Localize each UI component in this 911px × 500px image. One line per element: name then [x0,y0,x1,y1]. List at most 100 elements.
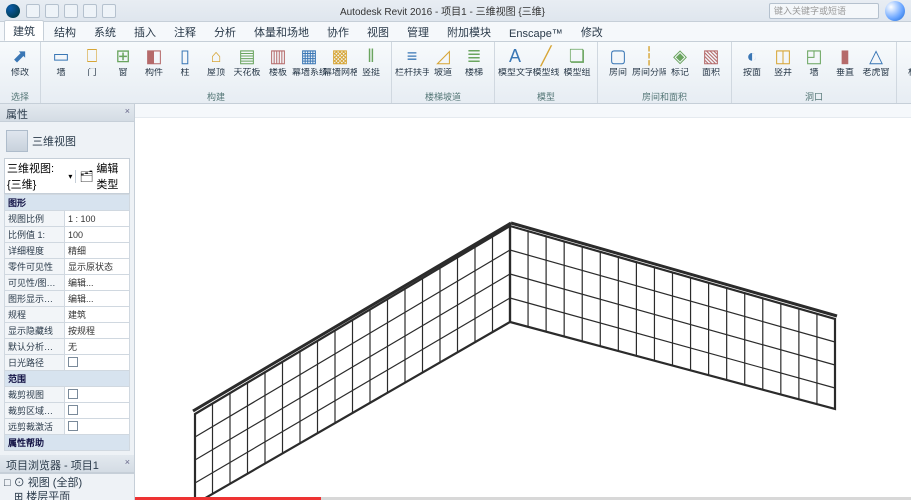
tool-mullion[interactable]: ‖竖挺 [357,44,385,77]
level-icon: ⇔ [905,44,911,68]
tool-level[interactable]: ⇔标高 [903,44,911,77]
properties-title: 属性 [6,109,28,121]
text-icon: A [503,44,527,68]
tool-line[interactable]: ╱模型线 [532,44,560,77]
browser-tree: □ ⊙ 视图 (全部)⊞ 楼层平面⊞ 天花板平面⊟ 三维视图{三维}⊞ 立面 (… [0,474,134,500]
menu-tab-3[interactable]: 插入 [126,22,164,41]
app-logo-icon[interactable] [6,4,20,18]
prop-value[interactable]: 显示原状态 [65,259,130,275]
help-search-input[interactable]: 键入关键字或短语 [769,3,879,19]
menu-tab-8[interactable]: 视图 [359,22,397,41]
ramp-icon: ◿ [431,44,455,68]
prop-value[interactable]: 编辑... [65,291,130,307]
prop-value[interactable]: 按规程 [65,323,130,339]
prop-value[interactable]: 1 : 100 [65,211,130,227]
qat-redo-icon[interactable] [83,4,97,18]
tool-label: 天花板 [233,68,260,77]
tree-node[interactable]: ⊞ 楼层平面 [4,490,130,500]
tool-column[interactable]: ▯柱 [171,44,199,77]
menu-tab-10[interactable]: 附加模块 [439,22,499,41]
tool-dormer[interactable]: △老虎窗 [862,44,890,77]
instance-selector[interactable]: 三维视图: {三维} ▾ 🗂 编辑类型 [4,158,130,194]
tree-node[interactable]: □ ⊙ 视图 (全部) [4,476,130,490]
menu-tab-11[interactable]: Enscape™ [501,26,571,41]
view-canvas[interactable] [135,104,911,500]
edit-type-button[interactable]: 编辑类型 [96,160,127,192]
tool-vert[interactable]: ▮垂直 [831,44,859,77]
ribbon-tabs: 建筑结构系统插入注释分析体量和场地协作视图管理附加模块Enscape™修改 [0,22,911,42]
prop-value[interactable] [65,403,130,419]
ribbon-group-label: 房间和面积 [604,90,725,102]
tool-label: 幕墙系统 [292,68,326,77]
tool-wall[interactable]: ▭墙 [47,44,75,77]
tool-door[interactable]: ⎕门 [78,44,106,77]
tool-stair[interactable]: ≣楼梯 [460,44,488,77]
tool-cursor[interactable]: ⬈修改 [6,44,34,77]
dormer-icon: △ [864,44,888,68]
tool-shaft[interactable]: ◫竖井 [769,44,797,77]
prop-value[interactable]: 精细 [65,243,130,259]
menu-tab-5[interactable]: 分析 [206,22,244,41]
owall-icon: ◰ [802,44,826,68]
qat-open-icon[interactable] [26,4,40,18]
prop-value[interactable] [65,419,130,435]
menu-tab-7[interactable]: 协作 [319,22,357,41]
prop-key: 可见性/图形替换 [5,275,65,291]
tool-byface[interactable]: ◐按面 [738,44,766,77]
tool-group[interactable]: ❏模型组 [563,44,591,77]
tool-tag[interactable]: ◈标记 [666,44,694,77]
wall-icon: ▭ [49,44,73,68]
menu-tab-4[interactable]: 注释 [166,22,204,41]
prop-value[interactable] [65,355,130,371]
tool-floor[interactable]: ▥楼板 [264,44,292,77]
tool-ramp[interactable]: ◿坡道 [429,44,457,77]
menu-tab-2[interactable]: 系统 [86,22,124,41]
panel-close-icon[interactable]: × [125,106,130,116]
qat-save-icon[interactable] [45,4,59,18]
workspace: 属性 × 三维视图 三维视图: {三维} ▾ 🗂 编辑类型 图形视图比例1 : … [0,104,911,500]
left-column: 属性 × 三维视图 三维视图: {三维} ▾ 🗂 编辑类型 图形视图比例1 : … [0,104,135,500]
tool-grid[interactable]: ▩幕墙网格 [326,44,354,77]
prop-value[interactable]: 编辑... [65,275,130,291]
tool-rail[interactable]: ≡栏杆扶手 [398,44,426,77]
quick-access-toolbar [26,4,116,18]
ribbon-group-4: ▢房间┆房间分隔◈标记▧面积房间和面积 [598,42,732,103]
qat-undo-icon[interactable] [64,4,78,18]
byface-icon: ◐ [740,44,764,68]
info-center-icon[interactable] [885,1,905,21]
panel-close-icon[interactable]: × [125,457,130,467]
tool-text[interactable]: A模型文字 [501,44,529,77]
tool-curtain[interactable]: ▦幕墙系统 [295,44,323,77]
tool-component[interactable]: ◧构件 [140,44,168,77]
tool-window[interactable]: ⊞窗 [109,44,137,77]
properties-panel-header[interactable]: 属性 × [0,104,134,122]
tool-room[interactable]: ▢房间 [604,44,632,77]
tool-sep[interactable]: ┆房间分隔 [635,44,663,77]
window-title: Autodesk Revit 2016 - 项目1 - 三维视图 {三维} [116,3,769,18]
ribbon-group-label: 基准 [903,90,911,102]
prop-value[interactable] [65,387,130,403]
menu-tab-9[interactable]: 管理 [399,22,437,41]
qat-print-icon[interactable] [102,4,116,18]
type-selector-row[interactable]: 三维视图 [4,126,130,158]
menu-tab-0[interactable]: 建筑 [4,20,44,41]
prop-key: 详细程度 [5,243,65,259]
browser-panel-header[interactable]: 项目浏览器 - 项目1 × [0,455,134,473]
prop-key: 显示隐藏线 [5,323,65,339]
window-icon: ⊞ [111,44,135,68]
prop-group: 属性帮助 [5,435,130,451]
menu-tab-6[interactable]: 体量和场地 [246,22,317,41]
menu-tab-12[interactable]: 修改 [573,22,611,41]
ribbon-group-label: 构建 [47,90,385,102]
prop-value[interactable]: 100 [65,227,130,243]
component-icon: ◧ [142,44,166,68]
tool-ceiling[interactable]: ▤天花板 [233,44,261,77]
menu-tab-1[interactable]: 结构 [46,22,84,41]
tool-owall[interactable]: ◰墙 [800,44,828,77]
prop-value[interactable]: 无 [65,339,130,355]
prop-value[interactable]: 建筑 [65,307,130,323]
room-icon: ▢ [606,44,630,68]
prop-key: 比例值 1: [5,227,65,243]
tool-roof[interactable]: ⌂屋顶 [202,44,230,77]
tool-area[interactable]: ▧面积 [697,44,725,77]
